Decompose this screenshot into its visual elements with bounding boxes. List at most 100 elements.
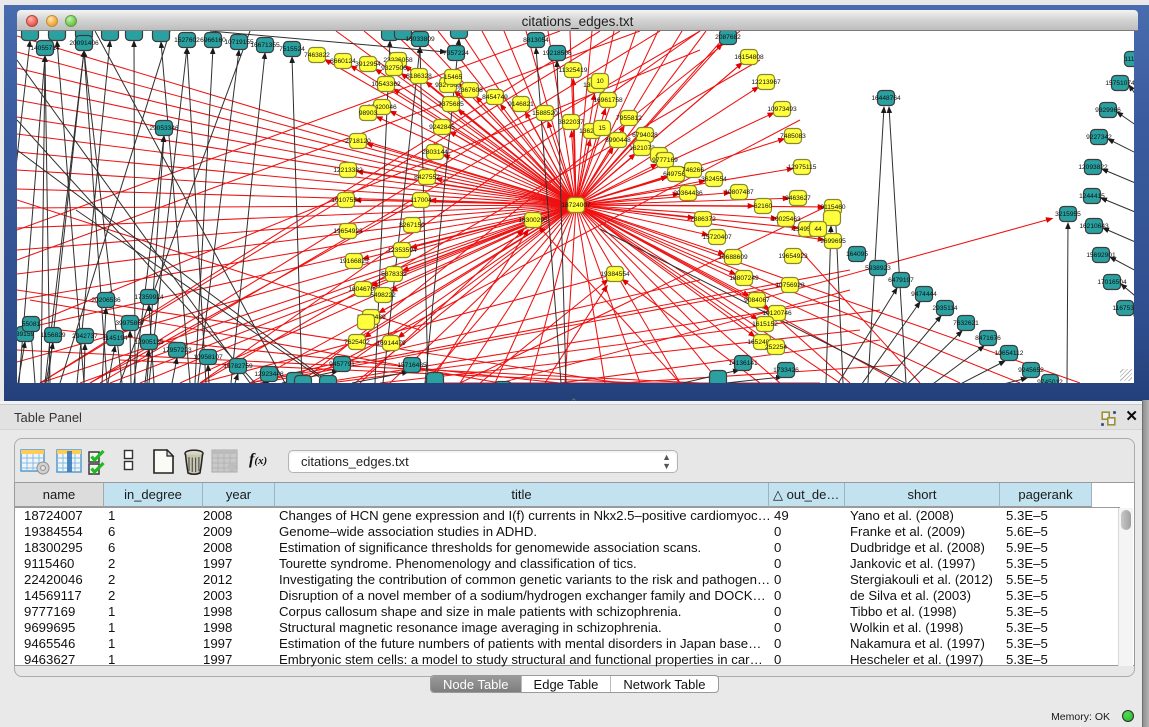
svg-text:11173: 11173 <box>1124 56 1134 63</box>
svg-text:2935114: 2935114 <box>932 305 958 312</box>
svg-text:1527602: 1527602 <box>174 37 200 44</box>
svg-text:39159: 39159 <box>17 331 34 338</box>
svg-text:9242845: 9242845 <box>429 124 455 131</box>
svg-text:3822037: 3822037 <box>558 119 584 126</box>
svg-text:9327506: 9327506 <box>381 65 407 72</box>
svg-text:15692901: 15692901 <box>1086 252 1116 259</box>
svg-text:3375685: 3375685 <box>438 101 464 108</box>
svg-text:20364436: 20364436 <box>673 190 703 197</box>
svg-text:6966160: 6966160 <box>200 37 226 44</box>
svg-text:9463627: 9463627 <box>785 195 811 202</box>
svg-text:1156829: 1156829 <box>40 332 66 339</box>
svg-text:10807487: 10807487 <box>724 189 754 196</box>
svg-text:9329966: 9329966 <box>1095 107 1121 114</box>
svg-text:8660124: 8660124 <box>330 58 356 65</box>
svg-text:14055714: 14055714 <box>30 45 60 52</box>
svg-text:7357224: 7357224 <box>443 50 469 57</box>
svg-text:9227342: 9227342 <box>1086 134 1112 141</box>
svg-text:20206536: 20206536 <box>91 297 121 304</box>
svg-text:12213967: 12213967 <box>751 79 781 86</box>
svg-text:2087682: 2087682 <box>715 34 741 41</box>
svg-text:9146821: 9146821 <box>508 101 534 108</box>
svg-text:252254: 252254 <box>765 344 787 351</box>
svg-text:39975867: 39975867 <box>115 320 145 327</box>
svg-text:9777169: 9777169 <box>652 157 678 164</box>
svg-text:1145194: 1145194 <box>102 335 128 342</box>
svg-text:19166825: 19166825 <box>339 258 369 265</box>
svg-text:2803144: 2803144 <box>422 149 448 156</box>
svg-text:9245652: 9245652 <box>1018 367 1044 374</box>
svg-text:15720407: 15720407 <box>702 234 732 241</box>
svg-text:62160: 62160 <box>754 203 773 210</box>
svg-text:12905135: 12905135 <box>134 339 164 346</box>
svg-text:9084067: 9084067 <box>744 297 770 304</box>
svg-text:14136141: 14136141 <box>728 360 758 367</box>
svg-text:2718120: 2718120 <box>345 138 371 145</box>
svg-text:1733426: 1733426 <box>773 367 799 374</box>
svg-text:7886372: 7886372 <box>690 216 716 223</box>
svg-text:16033809: 16033809 <box>405 36 435 43</box>
svg-text:16914479: 16914479 <box>376 340 406 347</box>
svg-text:15751074: 15751074 <box>1105 80 1134 87</box>
svg-text:8427552: 8427552 <box>414 174 440 181</box>
svg-text:18724007: 18724007 <box>561 202 591 209</box>
svg-text:12213382: 12213382 <box>333 167 363 174</box>
svg-text:15716485: 15716485 <box>397 362 427 369</box>
svg-text:8186328: 8186328 <box>406 73 432 80</box>
svg-text:3912954: 3912954 <box>355 61 381 68</box>
svg-text:18807249: 18807249 <box>729 275 759 282</box>
svg-text:10: 10 <box>596 78 604 85</box>
svg-text:29053346: 29053346 <box>149 125 179 132</box>
svg-text:17359924: 17359924 <box>134 294 164 301</box>
svg-text:9699695: 9699695 <box>820 238 846 245</box>
svg-text:10973493: 10973493 <box>767 106 797 113</box>
svg-text:2367608: 2367608 <box>457 87 483 94</box>
svg-text:9457791: 9457791 <box>329 361 355 368</box>
svg-text:5878332: 5878332 <box>381 271 407 278</box>
svg-text:10025463: 10025463 <box>771 216 801 223</box>
svg-text:16671355: 16671355 <box>250 42 280 49</box>
svg-text:55081: 55081 <box>22 321 41 328</box>
svg-text:12975115: 12975115 <box>788 164 817 171</box>
svg-text:3215955: 3215955 <box>1055 211 1081 218</box>
svg-text:7625402: 7625402 <box>344 339 370 346</box>
svg-text:15: 15 <box>598 125 606 132</box>
svg-text:164095: 164095 <box>846 251 868 258</box>
svg-text:10756928: 10756928 <box>775 282 805 289</box>
svg-text:117004: 117004 <box>410 197 432 204</box>
svg-text:18300295: 18300295 <box>518 217 548 224</box>
svg-text:8267150: 8267150 <box>399 222 425 229</box>
svg-text:7515524: 7515524 <box>279 46 305 53</box>
svg-text:6794028: 6794028 <box>632 132 658 139</box>
svg-text:16210643: 16210643 <box>1079 223 1109 230</box>
svg-text:10543362: 10543362 <box>371 81 401 88</box>
svg-text:9474444: 9474444 <box>911 291 937 298</box>
svg-text:6479197: 6479197 <box>888 277 914 284</box>
svg-text:7463822: 7463822 <box>304 52 330 59</box>
svg-text:17016504: 17016504 <box>1097 279 1127 286</box>
svg-text:1167534: 1167534 <box>1112 305 1134 312</box>
svg-text:10107554: 10107554 <box>331 197 361 204</box>
svg-text:5498222: 5498222 <box>370 292 396 299</box>
svg-text:19384554: 19384554 <box>600 271 630 278</box>
svg-text:19654923: 19654923 <box>778 253 808 260</box>
svg-text:9745012: 9745012 <box>1037 379 1063 383</box>
svg-text:1244415: 1244415 <box>1079 193 1105 200</box>
svg-text:12093822: 12093822 <box>1078 164 1108 171</box>
svg-text:16782759: 16782759 <box>223 363 253 370</box>
svg-text:7632621: 7632621 <box>953 320 979 327</box>
svg-text:8813054: 8813054 <box>523 37 549 44</box>
svg-text:8471676: 8471676 <box>975 335 1001 342</box>
svg-text:1615152: 1615152 <box>752 321 778 328</box>
svg-text:11325419: 11325419 <box>559 67 588 74</box>
svg-text:10654112: 10654112 <box>995 350 1024 357</box>
svg-text:17957223: 17957223 <box>162 347 192 354</box>
svg-text:20091406: 20091406 <box>69 40 99 47</box>
svg-text:98903: 98903 <box>359 110 378 117</box>
svg-text:10958107: 10958107 <box>193 354 223 361</box>
svg-text:1588520: 1588520 <box>532 110 558 117</box>
svg-text:8454749: 8454749 <box>482 94 508 101</box>
svg-text:44: 44 <box>814 226 822 233</box>
svg-text:2942737: 2942737 <box>72 333 98 340</box>
svg-text:19654923: 19654923 <box>333 228 363 235</box>
